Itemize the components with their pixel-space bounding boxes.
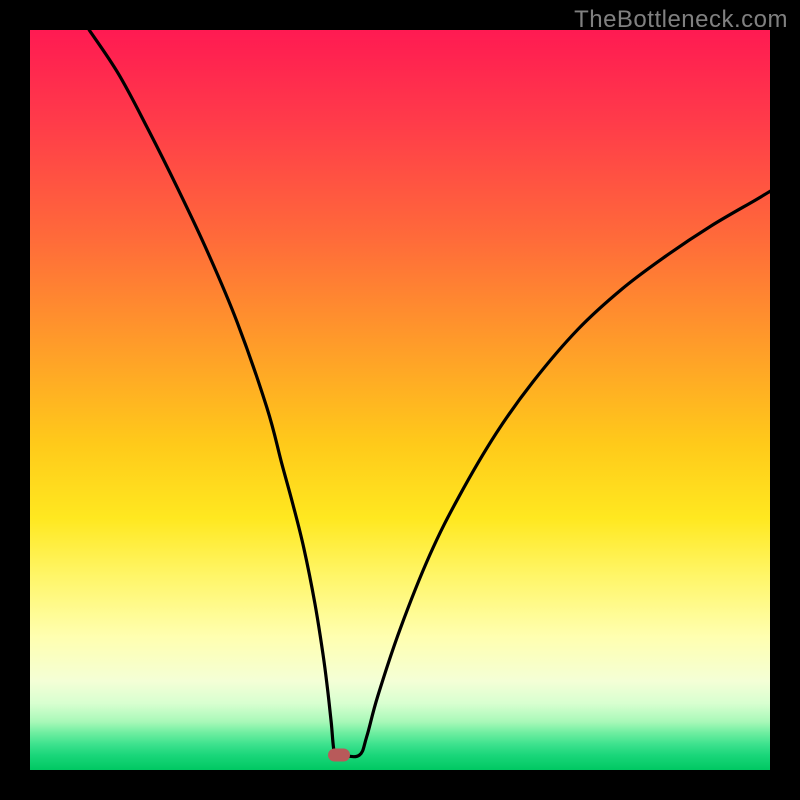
- optimum-marker: [328, 749, 350, 762]
- bottleneck-curve: [89, 30, 770, 758]
- chart-frame: TheBottleneck.com: [0, 0, 800, 800]
- curve-svg: [30, 30, 770, 770]
- plot-area: [30, 30, 770, 770]
- watermark-text: TheBottleneck.com: [574, 6, 788, 34]
